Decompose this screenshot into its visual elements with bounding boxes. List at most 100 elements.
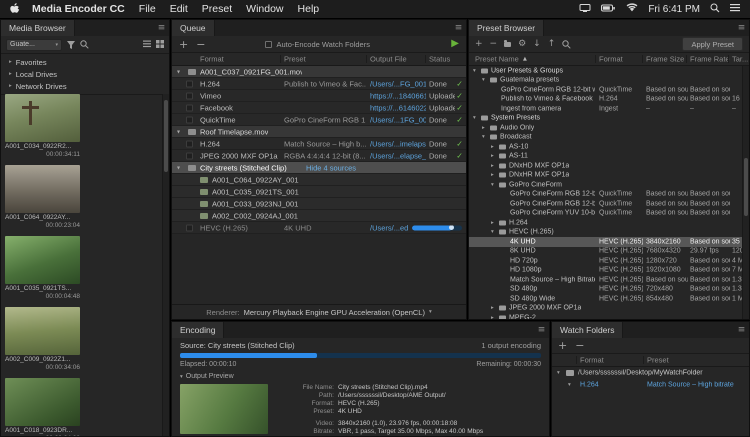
- chevron-down-icon[interactable]: ▾: [177, 68, 180, 75]
- chevron-down-icon[interactable]: ▾: [491, 182, 494, 188]
- preset-row[interactable]: ▸JPEG 2000 MXF OP1a: [469, 304, 749, 314]
- preset-row[interactable]: 8K UHDHEVC (H.265)7680x432029.97 fps120 …: [469, 247, 749, 257]
- preset-row[interactable]: ▸AS-11: [469, 152, 749, 162]
- preset-row[interactable]: ▸DNxHD MXF OP1a: [469, 161, 749, 171]
- output-file-link[interactable]: /Users/...FG_001_1.mp4: [370, 79, 426, 88]
- output-file-link[interactable]: /Users/...ed Clip).mp4: [370, 223, 408, 232]
- preset-row[interactable]: ▾Guatemala presets: [469, 76, 749, 86]
- new-preset-button[interactable]: +: [475, 40, 483, 49]
- output-format[interactable]: HEVC (H.265): [200, 223, 280, 232]
- preset-row[interactable]: SD 480p WideHEVC (H.265)854x480Based on …: [469, 294, 749, 304]
- queue-output-row[interactable]: Vimeohttps://...184066142Uploaded✓: [172, 90, 466, 102]
- menu-app-name[interactable]: Media Encoder CC: [25, 3, 132, 15]
- menu-preset[interactable]: Preset: [195, 3, 239, 15]
- column-header-tar[interactable]: Tar...: [732, 55, 748, 64]
- notification-center-icon[interactable]: [730, 3, 740, 15]
- remove-source-button[interactable]: −: [196, 39, 205, 50]
- chevron-down-icon[interactable]: ▾: [482, 134, 485, 140]
- preset-row[interactable]: SD 480pHEVC (H.265)720x480Based on sourc…: [469, 285, 749, 295]
- chevron-right-icon[interactable]: ▸: [491, 153, 494, 159]
- preset-row[interactable]: ▾Broadcast: [469, 133, 749, 143]
- column-header-preset[interactable]: Preset: [647, 356, 669, 365]
- output-preset[interactable]: GoPro CineForm RGB 1...: [284, 115, 366, 124]
- queue-output-row[interactable]: H.264Match Source – High b.../Users/...i…: [172, 138, 466, 150]
- output-preview-toggle[interactable]: ▾ Output Preview: [180, 372, 541, 381]
- media-clip[interactable]: A001_C034_0922R2...00:00:34:11: [5, 94, 80, 159]
- panel-menu-icon[interactable]: ≡: [534, 322, 549, 338]
- watch-output-row[interactable]: ▾H.264Match Source – High bitrate: [552, 379, 749, 391]
- queue-output-row[interactable]: JPEG 2000 MXF OP1a RGBA 4:4:4:4 12-bit (8…: [172, 150, 466, 162]
- add-watch-folder-button[interactable]: +: [558, 340, 567, 351]
- column-header-frame-rate[interactable]: Frame Rate: [690, 55, 730, 64]
- checkbox-icon[interactable]: [265, 41, 272, 48]
- preset-row[interactable]: ▸AS-10: [469, 142, 749, 152]
- column-header-format[interactable]: Format: [599, 55, 623, 64]
- menu-help[interactable]: Help: [291, 3, 327, 15]
- tab-media-browser[interactable]: Media Browser: [1, 20, 75, 36]
- output-format[interactable]: JPEG 2000 MXF OP1a: [200, 151, 280, 160]
- preset-row[interactable]: GoPro CineForm RGB 12-bit with alpha (Al…: [469, 85, 749, 95]
- preset-row[interactable]: ▾GoPro CineForm: [469, 180, 749, 190]
- menu-file[interactable]: File: [132, 3, 163, 15]
- chevron-right-icon[interactable]: ▸: [491, 315, 494, 320]
- output-toggle[interactable]: [186, 116, 193, 123]
- watch-output-format[interactable]: H.264: [580, 382, 599, 389]
- tree-item-favorites[interactable]: ▸Favorites: [1, 56, 169, 68]
- preset-row[interactable]: Publish to Vimeo & FacebookH.264Based on…: [469, 95, 749, 105]
- queue-job-row[interactable]: ▾Roof Timelapse.mov: [172, 126, 466, 138]
- preset-row[interactable]: ▾HEVC (H.265): [469, 228, 749, 238]
- output-preset[interactable]: RGBA 4:4:4:4 12-bit (8...: [284, 151, 366, 160]
- tab-encoding[interactable]: Encoding: [172, 322, 224, 338]
- panel-menu-icon[interactable]: ≡: [451, 20, 466, 36]
- preset-row[interactable]: ▾User Presets & Groups: [469, 66, 749, 76]
- preset-row[interactable]: GoPro CineForm RGB 12-bit with alphaQuic…: [469, 190, 749, 200]
- output-file-link[interactable]: https://...184066142: [370, 91, 426, 100]
- preset-browser-scrollbar[interactable]: [742, 66, 749, 319]
- queue-source-row[interactable]: A002_C002_0924AJ_001: [172, 210, 466, 222]
- output-file-link[interactable]: /Users/...elapse_1.mxf: [370, 151, 426, 160]
- search-icon[interactable]: [80, 40, 89, 49]
- tab-watch-folders[interactable]: Watch Folders: [552, 322, 623, 338]
- output-file-link[interactable]: https://...614602283: [370, 103, 426, 112]
- menubar-clock[interactable]: Fri 6:41 PM: [648, 4, 700, 15]
- add-source-button[interactable]: +: [179, 39, 188, 50]
- watch-folder-row[interactable]: ▾/Users/ssssssil/Desktop/MyWatchFolder: [552, 367, 749, 379]
- preset-row[interactable]: Match Source – High BitrateHEVC (H.265)B…: [469, 275, 749, 285]
- column-header-preset[interactable]: Preset: [284, 55, 306, 64]
- import-preset-icon[interactable]: ↓: [533, 40, 541, 49]
- output-toggle[interactable]: [186, 140, 193, 147]
- output-toggle[interactable]: [186, 224, 193, 231]
- output-format[interactable]: H.264: [200, 79, 280, 88]
- preset-row[interactable]: ▸MPEG-2: [469, 313, 749, 320]
- apple-menu-icon[interactable]: [10, 3, 20, 15]
- column-header-format[interactable]: Format: [580, 356, 604, 365]
- remove-watch-folder-button[interactable]: −: [575, 340, 584, 351]
- preset-row[interactable]: ▾System Presets: [469, 114, 749, 124]
- chevron-down-icon[interactable]: ▾: [482, 77, 485, 83]
- output-format[interactable]: H.264: [200, 139, 280, 148]
- display-icon[interactable]: [579, 3, 591, 16]
- chevron-down-icon[interactable]: ▾: [491, 229, 494, 235]
- output-preset[interactable]: Match Source – High b...: [284, 139, 366, 148]
- output-format[interactable]: Facebook: [200, 103, 280, 112]
- chevron-down-icon[interactable]: ▾: [473, 68, 476, 74]
- queue-output-row[interactable]: QuickTimeGoPro CineForm RGB 1.../Users/.…: [172, 114, 466, 126]
- output-format[interactable]: QuickTime: [200, 115, 280, 124]
- battery-icon[interactable]: [601, 3, 616, 15]
- start-queue-button[interactable]: ▶: [451, 39, 459, 49]
- output-preset[interactable]: 4K UHD: [284, 223, 366, 232]
- queue-output-row[interactable]: Facebookhttps://...614602283Uploaded✓: [172, 102, 466, 114]
- chevron-down-icon[interactable]: ▾: [557, 370, 560, 376]
- delete-preset-button[interactable]: −: [490, 40, 498, 49]
- output-toggle[interactable]: [186, 80, 193, 87]
- media-clip[interactable]: A001_C018_0923DR...00:00:04:08: [5, 378, 80, 436]
- preset-row[interactable]: Ingest from cameraIngest–––: [469, 104, 749, 114]
- thumbnail-view-icon[interactable]: [156, 40, 164, 50]
- watch-output-preset[interactable]: Match Source – High bitrate: [647, 382, 734, 389]
- media-browser-scrollbar[interactable]: [162, 94, 169, 436]
- queue-source-row[interactable]: A001_C035_0921TS_001: [172, 186, 466, 198]
- export-preset-icon[interactable]: ↑: [548, 40, 556, 49]
- panel-menu-icon[interactable]: ≡: [154, 20, 169, 36]
- queue-source-row[interactable]: A001_C064_0922AY_001: [172, 174, 466, 186]
- chevron-right-icon[interactable]: ▸: [491, 220, 494, 226]
